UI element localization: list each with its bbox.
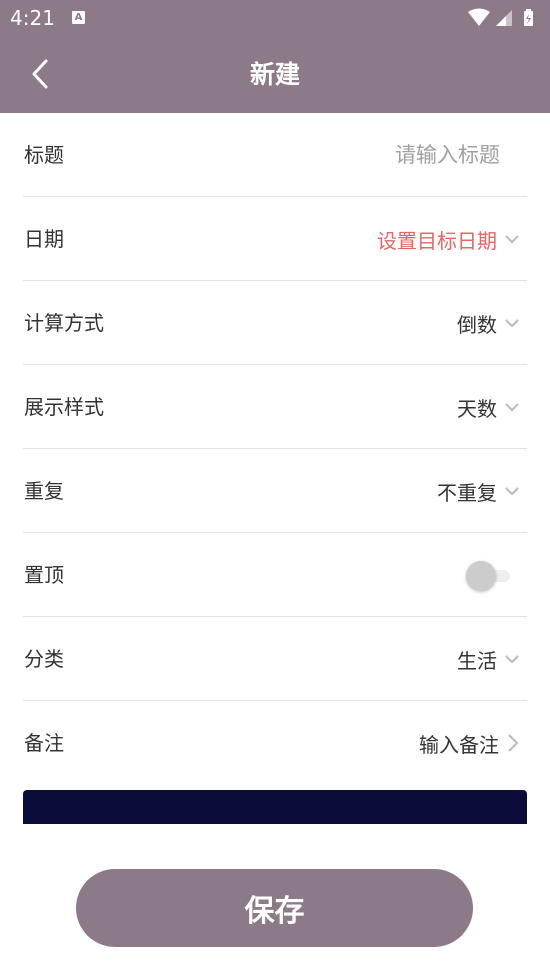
repeat-value: 不重复 bbox=[437, 480, 497, 505]
date-selector[interactable]: 设置目标日期 bbox=[377, 197, 519, 281]
chevron-down-icon bbox=[505, 486, 519, 496]
back-button[interactable] bbox=[18, 52, 62, 96]
chevron-down-icon bbox=[505, 654, 519, 664]
row-calc-mode: 计算方式 倒数 bbox=[23, 281, 527, 365]
status-icons bbox=[468, 8, 538, 28]
banner-ad[interactable] bbox=[23, 790, 527, 824]
row-note: 备注 输入备注 bbox=[23, 701, 527, 785]
row-pin-top: 置顶 bbox=[23, 533, 527, 617]
category-label: 分类 bbox=[24, 647, 64, 671]
form: 标题 日期 设置目标日期 计算方式 倒数 展示样式 天数 重复 bbox=[0, 113, 550, 785]
battery-icon bbox=[524, 9, 533, 26]
note-value: 输入备注 bbox=[419, 732, 499, 757]
note-label: 备注 bbox=[24, 731, 64, 755]
chevron-right-icon bbox=[507, 733, 519, 753]
a-icon: A bbox=[72, 11, 85, 24]
calc-mode-value: 倒数 bbox=[457, 312, 497, 337]
repeat-selector[interactable]: 不重复 bbox=[437, 449, 519, 533]
display-style-selector[interactable]: 天数 bbox=[457, 365, 519, 449]
row-display-style: 展示样式 天数 bbox=[23, 365, 527, 449]
note-entry[interactable]: 输入备注 bbox=[419, 701, 519, 785]
wifi-icon bbox=[468, 8, 490, 26]
pin-top-label: 置顶 bbox=[24, 563, 64, 587]
repeat-label: 重复 bbox=[24, 479, 64, 503]
chevron-left-icon bbox=[32, 59, 48, 89]
status-time: 4:21 bbox=[10, 6, 55, 30]
display-style-label: 展示样式 bbox=[24, 395, 104, 419]
chevron-down-icon bbox=[505, 318, 519, 328]
row-title: 标题 bbox=[23, 113, 527, 197]
page-title: 新建 bbox=[249, 60, 300, 89]
row-date: 日期 设置目标日期 bbox=[23, 197, 527, 281]
save-button[interactable]: 保存 bbox=[76, 869, 473, 947]
app-bar: 新建 bbox=[0, 36, 550, 113]
status-bar: 4:21 A bbox=[0, 0, 550, 36]
date-value: 设置目标日期 bbox=[377, 228, 497, 253]
chevron-down-icon bbox=[505, 234, 519, 244]
row-repeat: 重复 不重复 bbox=[23, 449, 527, 533]
date-label: 日期 bbox=[24, 227, 64, 251]
row-category: 分类 生活 bbox=[23, 617, 527, 701]
toggle-thumb bbox=[466, 561, 496, 591]
category-value: 生活 bbox=[457, 648, 497, 673]
category-selector[interactable]: 生活 bbox=[457, 617, 519, 701]
title-input[interactable] bbox=[200, 133, 500, 177]
chevron-down-icon bbox=[505, 402, 519, 412]
calc-mode-selector[interactable]: 倒数 bbox=[457, 281, 519, 365]
signal-icon bbox=[496, 10, 512, 26]
pin-top-toggle[interactable] bbox=[466, 561, 514, 591]
calc-mode-label: 计算方式 bbox=[24, 311, 104, 335]
display-style-value: 天数 bbox=[457, 396, 497, 421]
title-label: 标题 bbox=[24, 143, 64, 167]
